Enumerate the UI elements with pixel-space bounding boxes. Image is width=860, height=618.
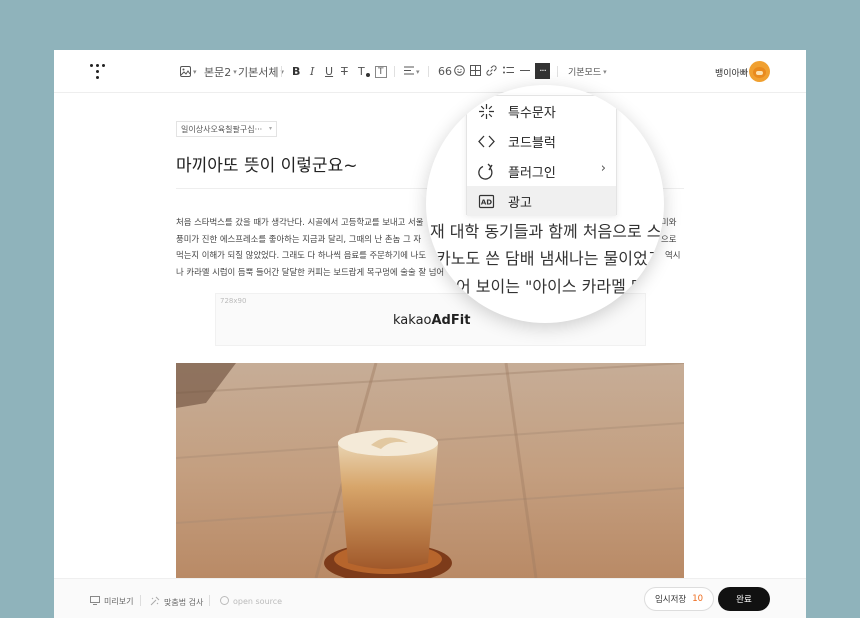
temp-save-button[interactable]: 임시저장 10: [644, 587, 714, 611]
editor-window: ▾ 본문2 ▾ 기본서체 ▾ B I U T T T ▾ 66 ··· 기본모드…: [54, 50, 806, 618]
zoom-text-line: 재 대학 동기들과 함께 처음으로 스타벅: [430, 222, 664, 241]
open-source-link[interactable]: open source: [220, 596, 282, 607]
horizontal-line-icon: [520, 65, 530, 78]
link-icon: [486, 64, 497, 79]
menu-item-ad[interactable]: AD 광고: [467, 186, 616, 216]
ad-brand-logo: kakaoAdFit: [393, 313, 471, 328]
editor-mode-label: 기본모드: [568, 68, 602, 78]
post-title[interactable]: 마끼아또 뜻이 이렇군요~: [176, 151, 357, 176]
svg-text:AD: AD: [481, 198, 492, 206]
italic-button[interactable]: I: [310, 63, 314, 80]
align-left-icon: [404, 65, 414, 78]
font-family-label: 기본서체: [238, 65, 279, 79]
avatar[interactable]: [749, 61, 770, 82]
ad-icon: AD: [478, 193, 495, 210]
spellcheck-label: 맞춤법 검사: [164, 597, 204, 607]
table-button[interactable]: [470, 63, 481, 80]
editor-toolbar: ▾ 본문2 ▾ 기본서체 ▾ B I U T T T ▾ 66 ··· 기본모드…: [54, 50, 806, 93]
background-color-label: T: [375, 65, 387, 78]
menu-item-special-char[interactable]: 특수문자: [467, 96, 616, 126]
copyright-icon: [220, 596, 229, 607]
menu-item-code-block[interactable]: 코드블럭: [467, 126, 616, 156]
quote-button[interactable]: 66: [438, 63, 452, 80]
menu-item-label: 광고: [508, 196, 532, 211]
text-color-label: T: [358, 65, 365, 78]
link-button[interactable]: [486, 63, 497, 80]
image-icon: [180, 66, 191, 77]
special-char-icon: [478, 103, 495, 120]
open-source-label: open source: [233, 597, 283, 606]
emoji-button[interactable]: [454, 63, 465, 80]
bullet-list-icon: [503, 65, 514, 78]
font-family-select[interactable]: 기본서체 ▾: [238, 63, 284, 80]
ad-size-label: 728x90: [220, 297, 247, 305]
bottom-bar: 미리보기 맞춤법 검사 open source 임시저장 10 완료: [54, 578, 806, 618]
code-block-icon: [478, 133, 495, 150]
bold-button[interactable]: B: [292, 63, 300, 80]
emoji-icon: [454, 64, 465, 79]
zoom-text-line: 카노도 쓴 담배 냄새나는 물이었고,: [436, 249, 664, 268]
underline-button[interactable]: U: [325, 63, 333, 80]
align-select[interactable]: ▾: [404, 63, 420, 80]
text-color-button[interactable]: T: [358, 63, 370, 80]
list-button[interactable]: [503, 63, 514, 80]
preview-label: 미리보기: [104, 597, 134, 606]
spellcheck-button[interactable]: 맞춤법 검사: [150, 596, 203, 608]
zoom-text-line: 어 보이는 "아이스 카라멜 마: [456, 277, 646, 296]
chevron-right-icon: ›: [600, 161, 606, 176]
zoom-magnifier: 특수문자 코드블럭 플러그인 › AD 광고 재 대학 동기들과 함께 처음으로…: [426, 85, 664, 323]
user-name[interactable]: 뱅이아빠: [715, 66, 748, 79]
menu-item-plugin[interactable]: 플러그인 ›: [467, 156, 616, 186]
menu-item-label: 플러그인: [508, 166, 556, 181]
editor-mode-select[interactable]: 기본모드 ▾: [568, 63, 607, 80]
tistory-logo[interactable]: [90, 64, 105, 80]
more-button[interactable]: ···: [535, 63, 550, 79]
divider-button[interactable]: [520, 63, 530, 80]
strikethrough-button[interactable]: T: [341, 63, 348, 80]
paragraph-style-select[interactable]: 본문2 ▾: [204, 63, 237, 80]
table-icon: [470, 64, 481, 79]
more-menu-dropdown: 특수문자 코드블럭 플러그인 › AD 광고: [466, 95, 617, 216]
plugin-icon: [478, 163, 495, 180]
category-select[interactable]: 일이상사오육칠팔구십··· ▾: [176, 121, 277, 137]
temp-save-label: 임시저장: [654, 595, 687, 605]
background-color-button[interactable]: T: [375, 63, 387, 80]
menu-item-label: 코드블럭: [508, 136, 556, 151]
preview-button[interactable]: 미리보기: [90, 596, 133, 607]
menu-item-label: 특수문자: [508, 106, 556, 121]
category-label: 일이상사오육칠팔구십···: [181, 125, 263, 134]
publish-button[interactable]: 완료: [718, 587, 770, 611]
post-image[interactable]: [176, 363, 684, 578]
image-insert-button[interactable]: ▾: [180, 63, 197, 80]
chevron-down-icon: ▾: [268, 125, 272, 132]
monitor-icon: [90, 596, 100, 607]
paragraph-style-label: 본문2: [204, 65, 232, 79]
spellcheck-icon: [150, 596, 160, 608]
temp-save-count: 10: [692, 594, 704, 604]
